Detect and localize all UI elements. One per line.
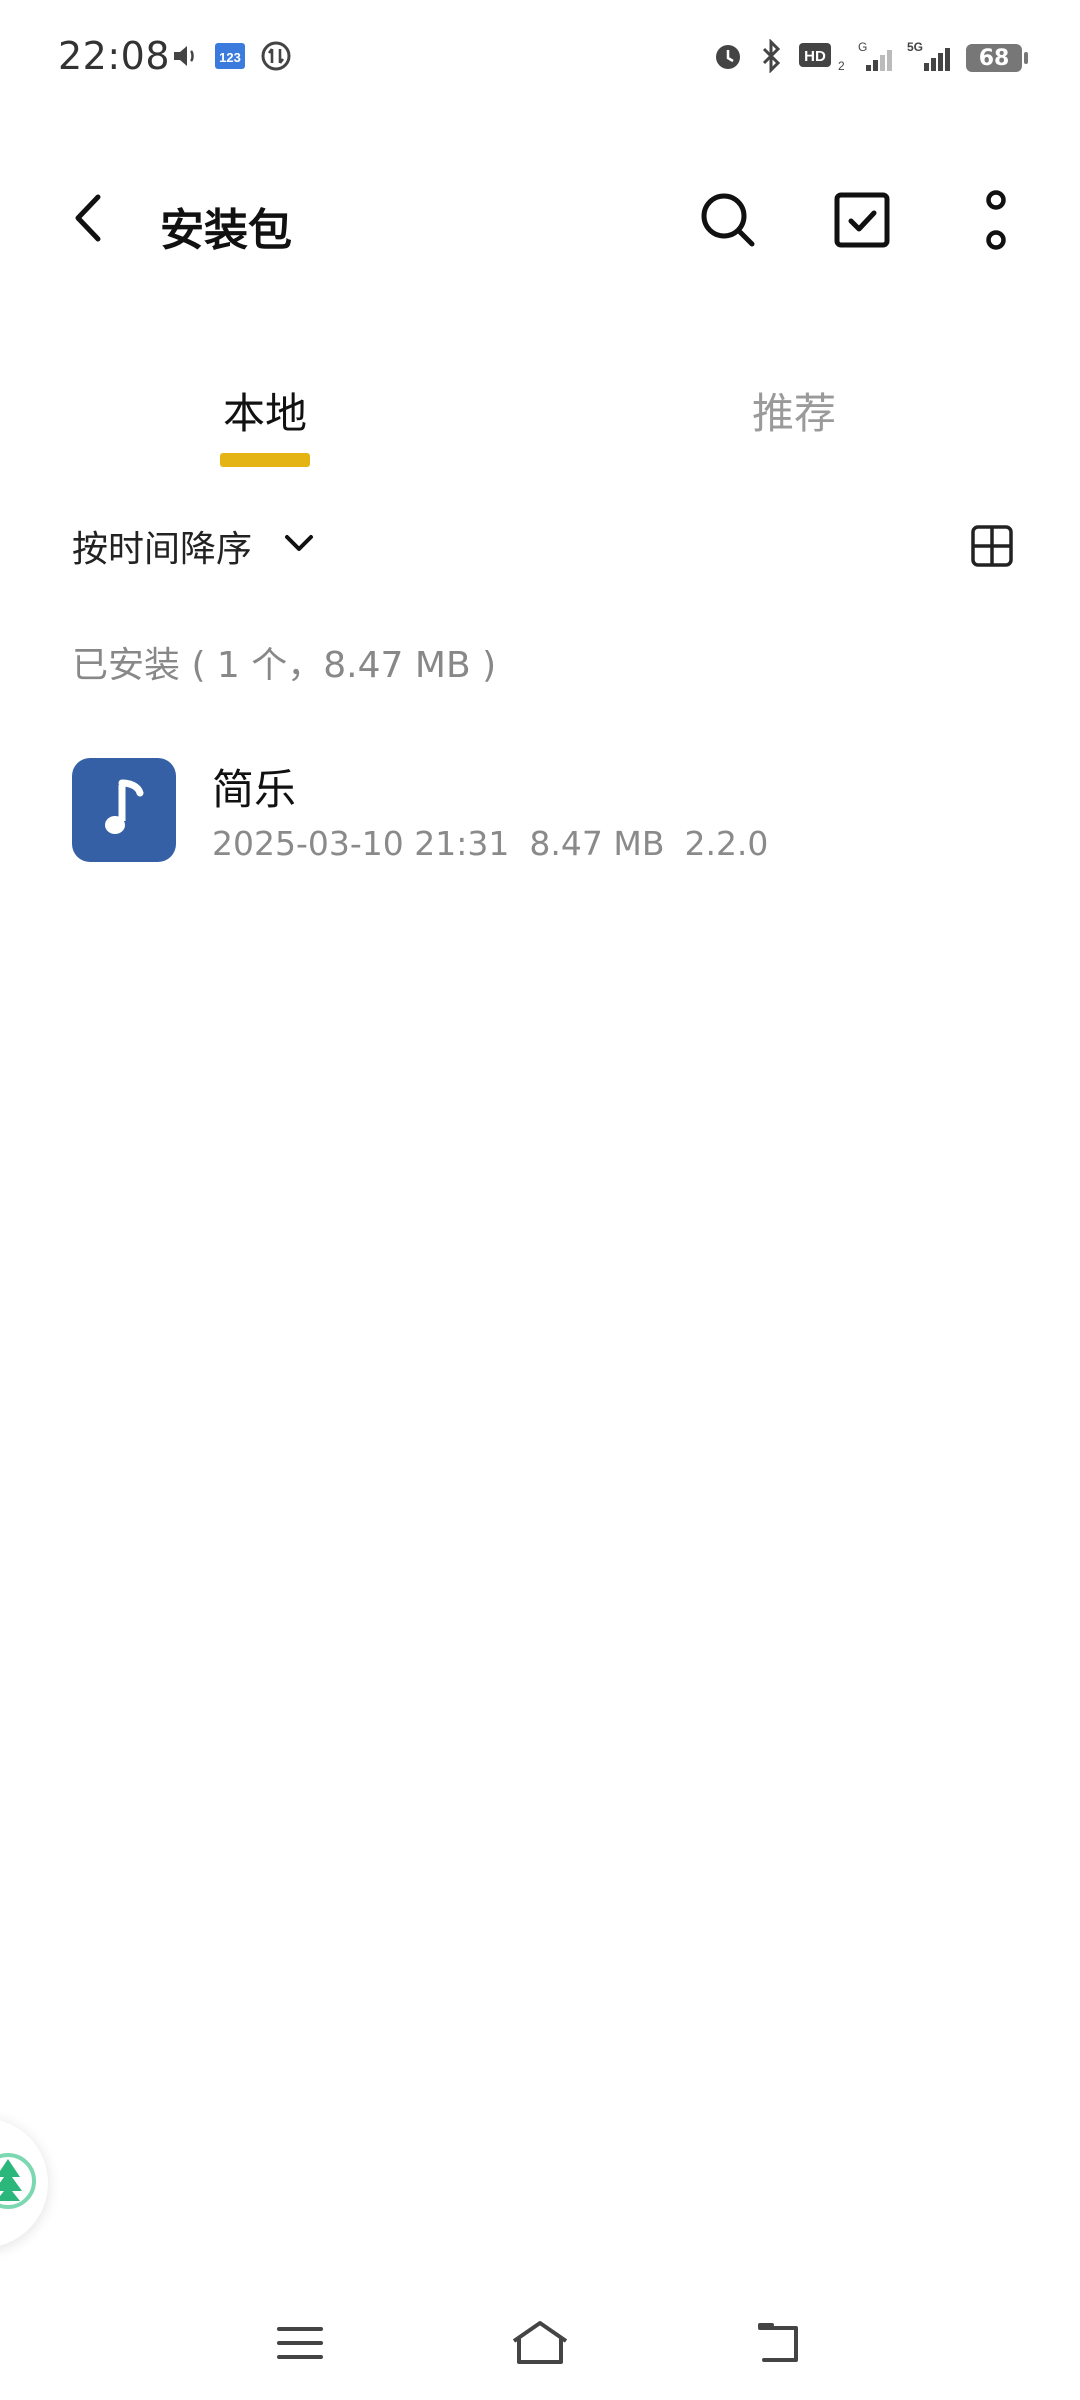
- tab-local[interactable]: 本地: [220, 380, 310, 467]
- more-vert-icon: [981, 189, 1011, 255]
- keyboard-123-icon: 123: [214, 41, 246, 75]
- nav-menu-button[interactable]: [260, 2310, 340, 2380]
- hd-volte-icon: HD 2: [798, 40, 845, 76]
- back-button[interactable]: [58, 190, 118, 250]
- status-right-icons: HD 2 G 5G 68: [712, 38, 1028, 78]
- battery-icon: 68: [966, 44, 1028, 72]
- sort-row: 按时间降序: [0, 510, 1080, 590]
- sort-label: 按时间降序: [72, 529, 253, 570]
- floating-bubble[interactable]: [0, 2118, 48, 2248]
- app-name: 简乐: [212, 765, 297, 814]
- tree-icon: [0, 2149, 40, 2217]
- svg-text:HD: HD: [804, 48, 826, 65]
- music-note-icon: [94, 773, 154, 847]
- svg-text:G: G: [858, 40, 867, 54]
- chevron-left-icon: [68, 193, 108, 247]
- app-date: 2025-03-10 21:31: [212, 824, 510, 863]
- tab-local-label: 本地: [222, 389, 307, 438]
- nav-back-button[interactable]: [740, 2310, 820, 2380]
- svg-text:5G: 5G: [907, 40, 923, 54]
- app-version: 2.2.0: [684, 824, 769, 863]
- more-options-button[interactable]: [960, 186, 1032, 258]
- app-icon: [72, 758, 176, 862]
- tab-recommend[interactable]: 推荐: [752, 380, 836, 441]
- select-button[interactable]: [826, 186, 898, 258]
- nav-bar: [0, 2290, 1080, 2400]
- chevron-down-icon: [284, 534, 314, 558]
- app-size: 8.47 MB: [529, 824, 665, 863]
- section-header-installed: 已安装 ( 1 个，8.47 MB ): [72, 645, 497, 686]
- app-bar: 安装包: [0, 160, 1080, 280]
- signal-g-icon: G: [856, 39, 894, 77]
- app-meta: 2025-03-10 21:31 8.47 MB 2.2.0: [212, 824, 768, 863]
- status-time: 22:08: [58, 34, 171, 78]
- volume-icon: [170, 41, 200, 75]
- grid-view-toggle[interactable]: [962, 518, 1022, 578]
- sort-dropdown[interactable]: 按时间降序: [72, 520, 314, 572]
- search-icon: [698, 190, 758, 254]
- status-left-icons: 123: [170, 40, 292, 76]
- tab-bar: 本地 推荐: [0, 380, 1080, 480]
- battery-level: 68: [978, 45, 1010, 71]
- tab-active-indicator: [220, 453, 310, 467]
- search-button[interactable]: [692, 186, 764, 258]
- signal-5g-icon: 5G: [906, 39, 954, 77]
- page-title: 安装包: [160, 205, 292, 256]
- select-checkbox-icon: [833, 191, 891, 253]
- svg-text:2: 2: [838, 59, 844, 72]
- bluetooth-icon: [756, 38, 786, 77]
- nav-home-button[interactable]: [500, 2310, 580, 2380]
- grid-view-icon: [970, 524, 1014, 572]
- tab-recommend-label: 推荐: [752, 389, 837, 438]
- svg-text:123: 123: [219, 50, 241, 65]
- data-sync-icon: [260, 40, 292, 76]
- status-bar: 22:08 123 HD 2 G 5G 68: [0, 0, 1080, 120]
- menu-icon: [276, 2323, 324, 2367]
- list-item[interactable]: 简乐 2025-03-10 21:31 8.47 MB 2.2.0: [0, 740, 1080, 880]
- home-icon: [510, 2319, 570, 2371]
- back-icon: [754, 2319, 806, 2371]
- app-bar-actions: [692, 186, 1032, 258]
- alarm-icon: [712, 40, 744, 76]
